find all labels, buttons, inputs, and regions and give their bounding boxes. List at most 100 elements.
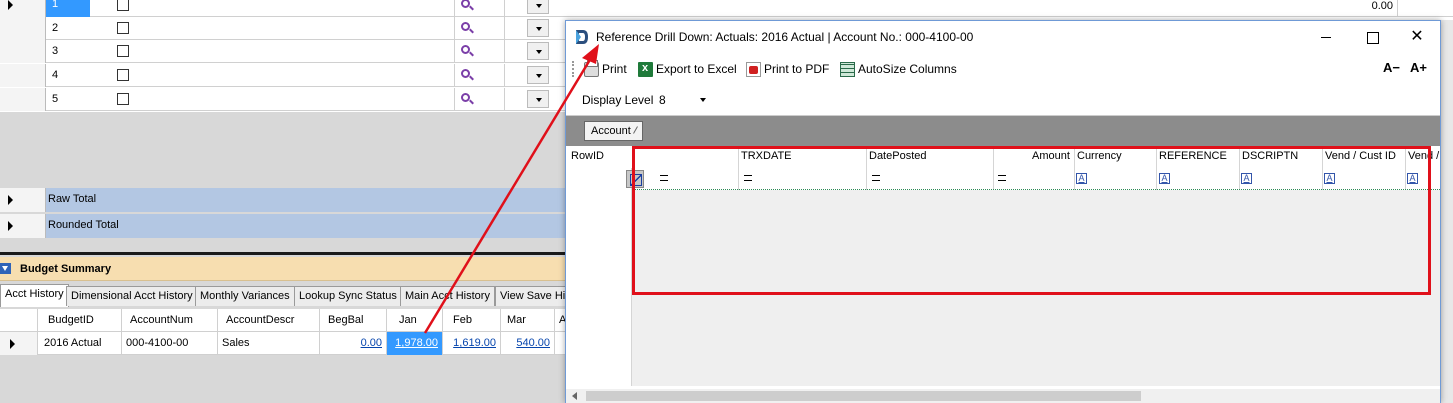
row-checkbox[interactable] <box>117 45 129 57</box>
collapse-icon[interactable] <box>0 263 11 274</box>
autosize-label: AutoSize Columns <box>858 62 957 76</box>
beg-bal-link[interactable]: 0.00 <box>320 332 387 355</box>
row-selector-header <box>0 309 38 332</box>
feb-link[interactable]: 1,619.00 <box>443 332 501 355</box>
row-selector[interactable] <box>0 17 46 40</box>
column-header[interactable]: Feb <box>443 309 501 332</box>
row-selector[interactable] <box>0 64 46 87</box>
jan-cell[interactable]: 1,978.00 <box>387 332 443 355</box>
row-checkbox[interactable] <box>117 93 129 105</box>
grid-cell[interactable] <box>480 17 505 40</box>
column-header-rowid[interactable]: RowID <box>571 150 604 162</box>
pdf-icon <box>746 61 761 77</box>
expand-icon[interactable] <box>8 221 13 231</box>
lookup-icon[interactable] <box>461 69 470 78</box>
tab-monthly-variances[interactable]: Monthly Variances <box>195 286 295 306</box>
budget-summary-title: Budget Summary <box>20 263 112 275</box>
grid-cell[interactable] <box>155 40 455 63</box>
column-header[interactable]: BudgetID <box>38 309 122 332</box>
print-label: Print <box>602 62 627 76</box>
scrollbar-thumb[interactable] <box>586 391 1141 401</box>
budget-id-cell[interactable]: 2016 Actual <box>38 332 122 355</box>
expand-icon[interactable] <box>8 195 13 205</box>
grid-cell[interactable] <box>155 0 455 17</box>
row-number: 4 <box>52 69 59 81</box>
annotation-highlight-box <box>632 146 1431 295</box>
rowid-column <box>566 146 632 386</box>
grid-cell[interactable] <box>155 64 455 87</box>
display-level-bar: Display Level 8 <box>566 87 1440 113</box>
sort-icon <box>632 126 638 134</box>
row-checkbox[interactable] <box>117 22 129 34</box>
column-header[interactable]: Jan <box>387 309 443 332</box>
font-decrease-button[interactable]: A− <box>1383 60 1400 75</box>
lookup-icon[interactable] <box>461 45 470 54</box>
dialog-title: Reference Drill Down: Actuals: 2016 Actu… <box>596 30 974 44</box>
grid-cell[interactable] <box>480 0 505 17</box>
grid-cell[interactable] <box>155 17 455 40</box>
dialog-titlebar[interactable]: Reference Drill Down: Actuals: 2016 Actu… <box>566 21 1440 53</box>
row-number[interactable]: 1 <box>46 0 90 17</box>
printer-icon <box>584 59 599 77</box>
tab-dimensional-acct-history[interactable]: Dimensional Acct History <box>66 286 198 306</box>
export-excel-button[interactable]: Export to Excel <box>638 60 737 78</box>
scroll-left-icon[interactable] <box>572 392 577 400</box>
horizontal-scrollbar[interactable] <box>566 389 1440 403</box>
column-header[interactable]: AccountDescr <box>218 309 320 332</box>
account-num-cell[interactable]: 000-4100-00 <box>122 332 218 355</box>
vertical-scrollbar[interactable] <box>1441 20 1453 403</box>
grid-cell[interactable] <box>480 88 505 111</box>
autosize-columns-button[interactable]: AutoSize Columns <box>840 60 957 78</box>
column-header[interactable]: BegBal <box>320 309 387 332</box>
row-selector[interactable] <box>0 40 46 63</box>
dropdown-button[interactable] <box>527 0 549 14</box>
dropdown-button[interactable] <box>527 42 549 60</box>
group-by-label: Account <box>591 125 631 137</box>
maximize-button[interactable] <box>1349 21 1395 53</box>
app-icon <box>576 30 588 44</box>
tab-main-acct-history[interactable]: Main Acct History <box>400 286 495 306</box>
dropdown-button[interactable] <box>527 90 549 108</box>
column-header[interactable]: AccountNum <box>122 309 218 332</box>
grid-row[interactable]: 1 0.00 <box>0 0 1453 17</box>
tab-view-save-history[interactable]: View Save His <box>495 286 576 306</box>
lookup-icon[interactable] <box>461 93 470 102</box>
current-row-indicator <box>8 0 13 10</box>
row-selector[interactable] <box>0 88 46 111</box>
print-pdf-button[interactable]: Print to PDF <box>746 60 829 78</box>
group-by-chip[interactable]: Account <box>584 121 643 141</box>
lookup-icon[interactable] <box>461 0 470 8</box>
grid-cell[interactable] <box>480 64 505 87</box>
minimize-button[interactable] <box>1303 21 1349 53</box>
row-selector[interactable] <box>0 214 46 238</box>
display-level-select[interactable]: 8 <box>656 90 712 110</box>
grid-icon <box>840 61 855 77</box>
row-selector[interactable] <box>0 332 38 355</box>
export-excel-label: Export to Excel <box>656 62 737 76</box>
row-number: 3 <box>52 45 59 57</box>
amount-cell[interactable]: 0.00 <box>1330 0 1398 17</box>
row-selector[interactable] <box>0 0 46 17</box>
account-descr-cell[interactable]: Sales <box>218 332 320 355</box>
row-checkbox[interactable] <box>117 69 129 81</box>
jan-link[interactable]: 1,978.00 <box>395 337 438 349</box>
display-level-label: Display Level <box>582 93 654 107</box>
tab-acct-history[interactable]: Acct History <box>0 284 69 307</box>
row-selector[interactable] <box>0 188 46 212</box>
row-number: 5 <box>52 93 59 105</box>
lookup-icon[interactable] <box>461 22 470 31</box>
grid-cell[interactable] <box>155 88 455 111</box>
column-header[interactable]: Mar <box>501 309 555 332</box>
font-increase-button[interactable]: A+ <box>1410 60 1427 75</box>
toolbar-grip[interactable] <box>572 61 575 77</box>
dropdown-button[interactable] <box>527 19 549 37</box>
mar-link[interactable]: 540.00 <box>501 332 555 355</box>
close-button[interactable]: ✕ <box>1394 21 1440 53</box>
print-button[interactable]: Print <box>584 59 627 78</box>
dropdown-button[interactable] <box>527 66 549 84</box>
row-checkbox[interactable] <box>117 0 129 11</box>
tab-lookup-sync-status[interactable]: Lookup Sync Status <box>294 286 402 306</box>
row-number: 2 <box>52 22 59 34</box>
group-by-area[interactable]: Account <box>566 116 1440 146</box>
grid-cell[interactable] <box>480 40 505 63</box>
